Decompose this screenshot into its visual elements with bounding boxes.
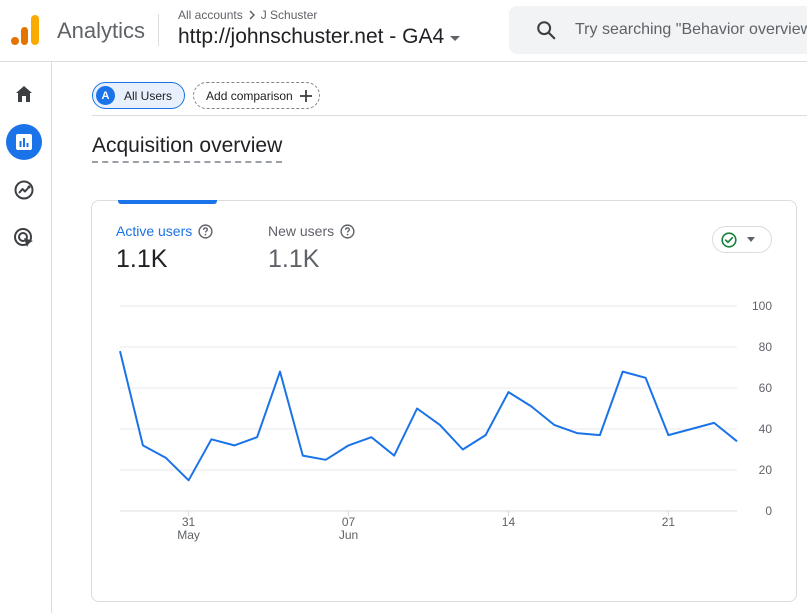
data-point — [735, 439, 739, 443]
x-tick-month-label: May — [177, 528, 200, 542]
data-point — [415, 407, 419, 411]
data-point — [278, 370, 282, 374]
x-tick-label: 31 — [182, 515, 196, 529]
data-point — [255, 435, 259, 439]
y-tick-label: 40 — [759, 422, 773, 436]
x-tick-month-label: Jun — [339, 528, 358, 542]
y-tick-label: 0 — [765, 504, 772, 518]
data-point — [644, 376, 648, 380]
data-point — [209, 437, 213, 441]
data-point — [529, 404, 533, 408]
data-point — [232, 443, 236, 447]
data-point — [461, 448, 465, 452]
x-tick-label: 21 — [662, 515, 676, 529]
y-tick-label: 100 — [752, 299, 772, 313]
data-point — [575, 431, 579, 435]
data-point — [666, 433, 670, 437]
data-point — [347, 443, 351, 447]
data-point — [301, 454, 305, 458]
data-point — [118, 349, 122, 353]
y-tick-label: 20 — [759, 463, 773, 477]
data-point — [369, 435, 373, 439]
data-point — [141, 443, 145, 447]
x-tick-label: 07 — [342, 515, 356, 529]
data-point — [552, 423, 556, 427]
data-point — [712, 421, 716, 425]
data-point — [164, 456, 168, 460]
data-point — [598, 433, 602, 437]
data-point — [506, 390, 510, 394]
data-point — [392, 454, 396, 458]
active-users-line-chart[interactable]: 0 20 40 60 80 100 31May 07Jun 14 21 — [0, 0, 807, 613]
data-point — [689, 427, 693, 431]
x-tick-label: 14 — [502, 515, 516, 529]
data-point — [621, 370, 625, 374]
data-point — [484, 433, 488, 437]
data-point — [438, 423, 442, 427]
y-tick-label: 80 — [759, 340, 773, 354]
series-line-active-users — [119, 350, 738, 482]
y-tick-label: 60 — [759, 381, 773, 395]
data-point — [187, 478, 191, 482]
data-point — [324, 458, 328, 462]
